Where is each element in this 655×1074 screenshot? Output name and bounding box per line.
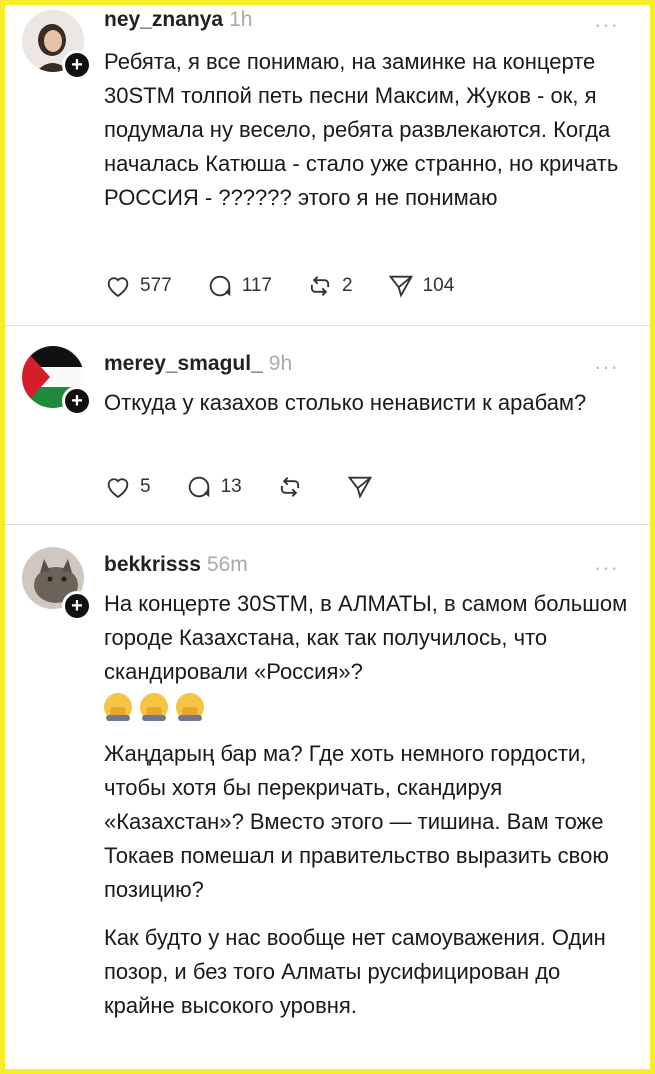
share-button[interactable]: 104 xyxy=(387,272,455,300)
like-button[interactable]: 577 xyxy=(104,272,172,300)
heart-icon xyxy=(107,277,129,298)
follow-plus-button[interactable]: + xyxy=(62,50,92,80)
more-options-icon[interactable]: ··· xyxy=(594,354,619,380)
action-bar: 577 117 2 104 xyxy=(104,272,488,300)
username-text[interactable]: merey_smagul_ xyxy=(104,352,263,375)
post-time: 9h xyxy=(268,352,293,375)
facepalm-emoji xyxy=(176,693,204,721)
facepalm-emoji xyxy=(140,693,168,721)
share-button[interactable] xyxy=(346,473,382,501)
repost-button[interactable]: 2 xyxy=(306,272,353,300)
post-2: + merey_smagul_ 9h ··· Откуда у казахов с… xyxy=(0,326,655,524)
username-text[interactable]: bekkrisss xyxy=(104,553,201,576)
post-text: Откуда у казахов столько ненависти к ара… xyxy=(104,386,634,434)
post-3: + bekkrisss 56m ··· На концерте 30STM, в … xyxy=(0,525,655,1074)
post-paragraph: Как будто у нас вообще нет самоуважения.… xyxy=(104,925,606,1018)
share-count: 104 xyxy=(422,275,455,296)
follow-plus-button[interactable]: + xyxy=(62,591,92,621)
post-paragraph: На концерте 30STM, в АЛМАТЫ, в самом бол… xyxy=(104,591,628,684)
post-1: + ney_znanya 1h ··· Ребята, я все понимаю… xyxy=(0,0,655,325)
follow-plus-button[interactable]: + xyxy=(62,386,92,416)
repost-icon xyxy=(310,276,330,296)
more-options-icon[interactable]: ··· xyxy=(594,555,619,581)
comment-button[interactable]: 117 xyxy=(206,272,272,300)
facepalm-emoji xyxy=(104,693,132,721)
username[interactable]: merey_smagul_ 9h xyxy=(104,352,292,376)
comment-count: 13 xyxy=(220,476,242,497)
emoji-row xyxy=(104,693,634,721)
send-icon xyxy=(388,275,413,298)
heart-icon xyxy=(107,478,129,499)
action-bar: 5 13 xyxy=(104,473,416,501)
post-text: Ребята, я все понимаю, на заминке на кон… xyxy=(104,45,634,229)
more-options-icon[interactable]: ··· xyxy=(594,12,619,38)
comment-icon xyxy=(209,275,230,297)
post-paragraph: Ребята, я все понимаю, на заминке на кон… xyxy=(104,49,619,210)
repost-count: 2 xyxy=(342,275,353,296)
comment-button[interactable]: 13 xyxy=(185,473,242,501)
like-count: 5 xyxy=(140,476,151,497)
like-count: 577 xyxy=(140,275,172,296)
post-text: На концерте 30STM, в АЛМАТЫ, в самом бол… xyxy=(104,587,634,1037)
post-time: 1h xyxy=(229,8,253,31)
comment-icon xyxy=(188,476,209,498)
username-text[interactable]: ney_znanya xyxy=(104,8,223,31)
repost-button[interactable] xyxy=(276,473,312,501)
post-paragraph: Жаңдарың бар ма? Где хоть немного гордос… xyxy=(104,741,609,902)
post-paragraph: Откуда у казахов столько ненависти к ара… xyxy=(104,390,587,415)
repost-icon xyxy=(280,477,299,497)
username[interactable]: ney_znanya 1h xyxy=(104,8,252,32)
comment-count: 117 xyxy=(241,275,272,296)
like-button[interactable]: 5 xyxy=(104,473,151,501)
post-time: 56m xyxy=(206,553,248,576)
send-icon xyxy=(347,476,372,499)
username[interactable]: bekkrisss 56m xyxy=(104,553,248,577)
